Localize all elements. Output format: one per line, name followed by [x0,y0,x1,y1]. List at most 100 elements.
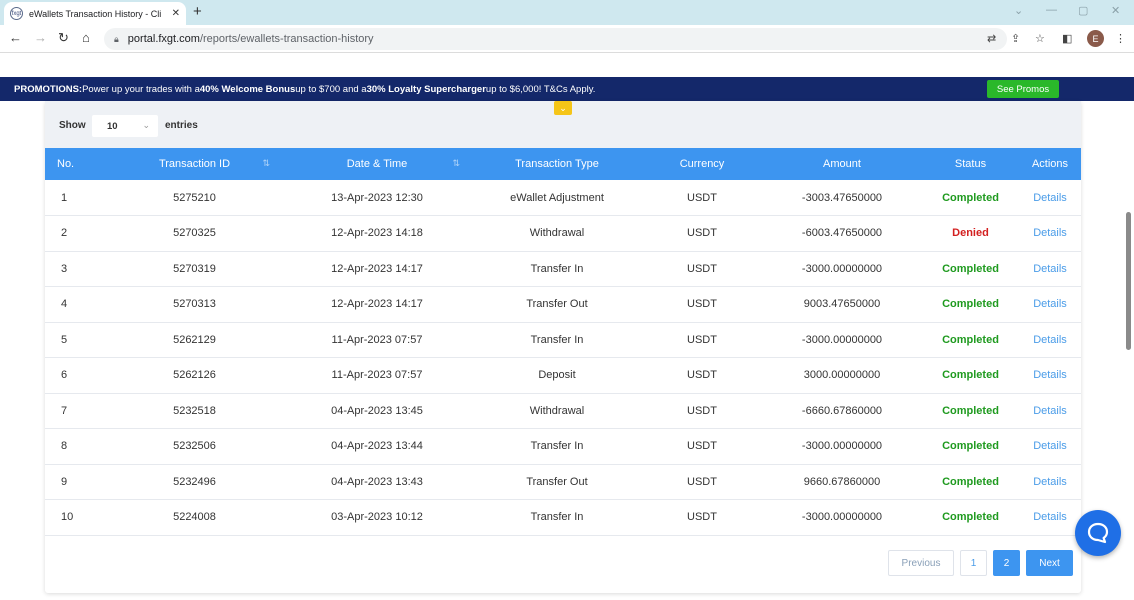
cell-status: Completed [942,369,999,382]
cell-transaction-id: 5232496 [173,475,216,488]
cell-date-time: 11-Apr-2023 07:57 [331,369,423,382]
details-link[interactable]: Details [1019,287,1081,323]
menu-dots-icon[interactable]: ⋮ [1115,32,1126,45]
table-header-row: No. Transaction ID ⇅ Date & Time ⇅ Transac… [45,148,1081,180]
entries-select[interactable]: 10 ⌄ [92,115,158,137]
col-status[interactable]: Status [922,148,1019,180]
translate-icon[interactable]: ⇄ [987,32,996,45]
share-icon[interactable]: ⇪ [1011,32,1020,45]
details-link[interactable]: Details [1019,358,1081,394]
site-favicon-icon: fxgt [10,7,23,20]
transaction-history-card: Show 10 ⌄ entries No. Transaction ID ⇅ Da… [45,101,1081,593]
cell-transaction-type: Deposit [538,369,576,382]
url-path: /reports/ewallets-transaction-history [199,33,374,45]
cell-date-time: 11-Apr-2023 07:57 [331,333,423,346]
tab-close-icon[interactable]: ✕ [172,8,180,19]
col-transaction-id[interactable]: Transaction ID ⇅ [107,148,282,180]
previous-page-button[interactable]: Previous [888,550,954,576]
side-panel-icon[interactable]: ◧ [1062,32,1072,45]
col-date-time-label: Date & Time [346,158,408,170]
cell-transaction-type: Transfer In [530,511,584,524]
browser-tab[interactable]: fxgt eWallets Transaction History - Cli … [4,2,186,25]
cell-status: Completed [942,191,999,204]
cell-no: 7 [61,404,68,417]
col-amount[interactable]: Amount [762,148,922,180]
details-link[interactable]: Details [1019,500,1081,536]
cell-amount: 9003.47650000 [803,298,881,311]
details-link[interactable]: Details [1019,464,1081,500]
cell-currency: USDT [687,333,717,346]
cell-currency: USDT [687,475,717,488]
home-icon[interactable]: ⌂ [82,31,90,45]
details-link[interactable]: Details [1019,251,1081,287]
transactions-table: No. Transaction ID ⇅ Date & Time ⇅ Transac… [45,148,1081,536]
entries-label: entries [165,120,198,131]
promo-supercharger: 30% Loyalty Supercharger [366,83,486,95]
page-scrollbar[interactable] [1126,212,1131,350]
cell-transaction-type: Transfer In [530,262,584,275]
maximize-icon[interactable]: ▢ [1078,4,1088,17]
cell-amount: -3000.00000000 [801,262,883,275]
cell-transaction-id: 5232518 [173,404,216,417]
details-link[interactable]: Details [1019,180,1081,216]
promotions-banner: PROMOTIONS: Power up your trades with a … [0,77,1134,101]
table-row: 10 5224008 03-Apr-2023 10:12 Transfer In USD… [45,500,1081,536]
promo-collapse-toggle-icon[interactable]: ⌄ [554,101,572,115]
cell-date-time: 12-Apr-2023 14:18 [331,227,423,240]
page-2-button[interactable]: 2 [993,550,1020,576]
cell-transaction-id: 5262129 [173,333,216,346]
cell-date-time: 12-Apr-2023 14:17 [331,298,423,311]
cell-no: 10 [61,511,74,524]
cell-date-time: 13-Apr-2023 12:30 [331,191,423,204]
cell-no: 3 [61,262,68,275]
details-link[interactable]: Details [1019,393,1081,429]
forward-icon[interactable]: → [34,31,47,45]
table-row: 4 5270313 12-Apr-2023 14:17 Transfer Out USD… [45,287,1081,323]
tab-search-icon[interactable]: ⌄ [1014,4,1023,17]
cell-status: Completed [942,440,999,453]
col-transaction-id-label: Transaction ID [158,158,231,170]
cell-status: Completed [942,333,999,346]
cell-amount: -3000.00000000 [801,511,883,524]
details-link[interactable]: Details [1019,216,1081,252]
table-row: 7 5232518 04-Apr-2023 13:45 Withdrawal USDT -… [45,393,1081,429]
cell-transaction-type: eWallet Adjustment [510,191,604,204]
live-chat-button[interactable] [1075,510,1121,556]
bookmark-star-icon[interactable]: ☆ [1035,32,1045,45]
cell-transaction-type: Withdrawal [529,404,585,417]
address-bar[interactable]: 🔒︎ portal.fxgt.com/reports/ewallets-tran… [104,28,1007,50]
cell-transaction-id: 5232506 [173,440,216,453]
promo-text: up to $700 and a [295,83,367,95]
cell-no: 8 [61,440,68,453]
reload-icon[interactable]: ↻ [58,31,69,45]
cell-transaction-id: 5262126 [173,369,216,382]
cell-date-time: 03-Apr-2023 10:12 [331,511,423,524]
new-tab-icon[interactable]: + [193,4,202,20]
col-currency[interactable]: Currency [642,148,762,180]
details-link[interactable]: Details [1019,322,1081,358]
cell-status: Completed [942,475,999,488]
cell-amount: -3000.00000000 [801,440,883,453]
cell-no: 9 [61,475,68,488]
back-icon[interactable]: ← [9,31,22,45]
col-no[interactable]: No. [45,148,107,180]
cell-status: Denied [952,227,989,240]
cell-amount: 3000.00000000 [803,369,881,382]
minimize-icon[interactable]: — [1046,4,1057,16]
show-label: Show [59,120,86,131]
see-promos-button[interactable]: See Promos [987,80,1059,98]
cell-date-time: 04-Apr-2023 13:44 [331,440,423,453]
next-page-button[interactable]: Next [1026,550,1073,576]
cell-transaction-id: 5270319 [173,262,216,275]
window-close-icon[interactable]: ✕ [1111,4,1120,17]
col-date-time[interactable]: Date & Time ⇅ [282,148,472,180]
details-link[interactable]: Details [1019,429,1081,465]
cell-transaction-type: Transfer In [530,333,584,346]
page-1-button[interactable]: 1 [960,550,987,576]
col-transaction-type[interactable]: Transaction Type [472,148,642,180]
profile-avatar[interactable]: E [1087,30,1104,47]
browser-tab-bar: fxgt eWallets Transaction History - Cli … [0,0,1134,25]
promo-bonus: 40% Welcome Bonus [199,83,296,95]
cell-currency: USDT [687,262,717,275]
entries-value: 10 [107,120,118,132]
